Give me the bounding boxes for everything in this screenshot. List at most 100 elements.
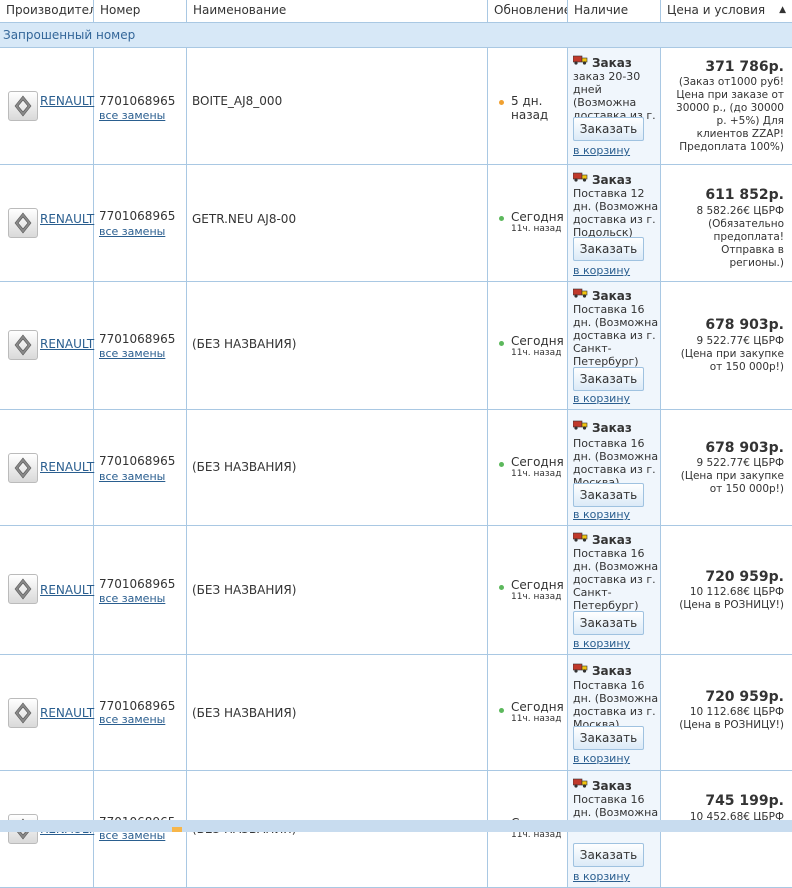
- brand-link[interactable]: RENAULT: [40, 337, 94, 351]
- requested-number-bar: Запрошенный номер: [0, 23, 792, 48]
- col-header-number[interactable]: Номер: [94, 0, 187, 22]
- brand-link[interactable]: RENAULT: [40, 212, 94, 226]
- renault-logo-icon: [8, 574, 38, 604]
- brand-link[interactable]: RENAULT: [40, 460, 94, 474]
- table-header: Производитель Номер Наименование Обновле…: [0, 0, 792, 23]
- status-dot-icon: [499, 462, 504, 467]
- order-button[interactable]: Заказать: [573, 117, 644, 141]
- status-dot-icon: [499, 100, 504, 105]
- update-cell: Сегодня 11ч. назад: [488, 165, 568, 281]
- part-name: (БЕЗ НАЗВАНИЯ): [192, 706, 297, 720]
- replacements-link[interactable]: все замены: [99, 347, 165, 360]
- price-cell: 720 959р. 10 112.68€ ЦБРФ (Цена в РОЗНИЦ…: [661, 526, 792, 654]
- status-dot-icon: [499, 341, 504, 346]
- replacements-link[interactable]: все замены: [99, 713, 165, 726]
- col-header-name[interactable]: Наименование: [187, 0, 488, 22]
- replacements-link[interactable]: все замены: [99, 592, 165, 605]
- price-value: 371 786р.: [705, 59, 784, 75]
- update-sub-text: 11ч. назад: [511, 348, 562, 358]
- price-cell: 678 903р. 9 522.77€ ЦБРФ (Цена при закуп…: [661, 410, 792, 525]
- update-info: Сегодня 11ч. назад: [511, 578, 564, 602]
- update-main-text: Сегодня: [511, 700, 564, 714]
- status-dot-icon: [499, 216, 504, 221]
- update-main-text: Сегодня: [511, 578, 564, 592]
- add-to-cart-link[interactable]: в корзину: [573, 392, 630, 405]
- col-header-price[interactable]: Цена и условия ▲: [661, 0, 792, 22]
- update-info: Сегодня 11ч. назад: [511, 455, 564, 479]
- add-to-cart-link[interactable]: в корзину: [573, 752, 630, 765]
- add-to-cart-link[interactable]: в корзину: [573, 870, 630, 883]
- price-conditions: 10 112.68€ ЦБРФ (Цена в РОЗНИЦУ!): [679, 586, 784, 611]
- renault-logo-icon: [8, 330, 38, 360]
- truck-icon: [573, 420, 588, 430]
- order-button[interactable]: Заказать: [573, 843, 644, 867]
- add-to-cart-link[interactable]: в корзину: [573, 508, 630, 521]
- replacements-link[interactable]: все замены: [99, 225, 165, 238]
- price-cell: 720 959р. 10 112.68€ ЦБРФ (Цена в РОЗНИЦ…: [661, 655, 792, 770]
- part-number: 7701068965: [99, 454, 176, 468]
- price-cell: 371 786р. (Заказ от1000 руб! Цена при за…: [661, 48, 792, 164]
- part-number: 7701068965: [99, 577, 176, 591]
- part-number: 7701068965: [99, 209, 176, 223]
- renault-logo-icon: [8, 698, 38, 728]
- add-to-cart-link[interactable]: в корзину: [573, 637, 630, 650]
- price-value: 678 903р.: [705, 317, 784, 333]
- add-to-cart-link[interactable]: в корзину: [573, 144, 630, 157]
- table-row: RENAULT 7701068965 все замены (БЕЗ НАЗВА…: [0, 526, 792, 655]
- order-button[interactable]: Заказать: [573, 726, 644, 750]
- brand-link[interactable]: RENAULT: [40, 94, 94, 108]
- order-button[interactable]: Заказать: [573, 483, 644, 507]
- add-to-cart-link[interactable]: в корзину: [573, 264, 630, 277]
- brand-link[interactable]: RENAULT: [40, 583, 94, 597]
- price-conditions: 8 582.26€ ЦБРФ (Обязательно предоплата! …: [696, 205, 784, 269]
- order-button[interactable]: Заказать: [573, 611, 644, 635]
- availability-text: Поставка 16 дн. (Возможна доставка из г.…: [573, 303, 659, 368]
- manufacturer-cell: RENAULT: [0, 655, 94, 770]
- price-cell: 678 903р. 9 522.77€ ЦБРФ (Цена при закуп…: [661, 282, 792, 409]
- part-name: GETR.NEU AJ8-00: [192, 212, 297, 226]
- name-cell: GETR.NEU AJ8-00: [187, 165, 488, 281]
- order-button[interactable]: Заказать: [573, 367, 644, 391]
- table-row: RENAULT 7701068965 все замены BOITE_AJ8_…: [0, 48, 792, 165]
- col-header-manufacturer[interactable]: Производитель: [0, 0, 94, 22]
- update-main-text: Сегодня: [511, 210, 564, 224]
- availability-cell: Заказ Поставка 16 дн. (Возможна доставка…: [568, 655, 661, 770]
- update-main-text: Сегодня: [511, 334, 564, 348]
- brand-link[interactable]: RENAULT: [40, 706, 94, 720]
- update-main-text: Сегодня: [511, 455, 564, 469]
- order-button[interactable]: Заказать: [573, 237, 644, 261]
- order-title: Заказ: [592, 56, 632, 70]
- update-info: Сегодня 11ч. назад: [511, 210, 564, 234]
- manufacturer-cell: RENAULT: [0, 48, 94, 164]
- replacements-link[interactable]: все замены: [99, 109, 165, 122]
- table-row: RENAULT 7701068965 все замены (БЕЗ НАЗВА…: [0, 410, 792, 526]
- price-conditions: (Заказ от1000 руб! Цена при заказе от 30…: [676, 76, 784, 153]
- status-dot-icon: [499, 585, 504, 590]
- truck-icon: [573, 778, 588, 788]
- sort-up-icon[interactable]: ▲: [779, 0, 786, 20]
- update-info: Сегодня 11ч. назад: [511, 334, 564, 358]
- price-value: 745 199р.: [705, 793, 784, 809]
- name-cell: (БЕЗ НАЗВАНИЯ): [187, 655, 488, 770]
- part-name: (БЕЗ НАЗВАНИЯ): [192, 337, 297, 351]
- number-cell: 7701068965 все замены: [94, 48, 187, 164]
- bottom-scroll-bar[interactable]: [0, 820, 792, 832]
- part-name: (БЕЗ НАЗВАНИЯ): [192, 460, 297, 474]
- table-row: RENAULT 7701068965 все замены (БЕЗ НАЗВА…: [0, 282, 792, 410]
- update-sub-text: 11ч. назад: [511, 469, 562, 479]
- update-cell: Сегодня 11ч. назад: [488, 526, 568, 654]
- part-name: BOITE_AJ8_000: [192, 94, 283, 108]
- price-value: 720 959р.: [705, 689, 784, 705]
- number-cell: 7701068965 все замены: [94, 526, 187, 654]
- col-header-update[interactable]: Обновление: [488, 0, 568, 22]
- truck-icon: [573, 663, 588, 673]
- update-main-text: 5 дн. назад: [511, 94, 549, 122]
- replacements-link[interactable]: все замены: [99, 470, 165, 483]
- name-cell: (БЕЗ НАЗВАНИЯ): [187, 410, 488, 525]
- col-header-availability[interactable]: Наличие: [568, 0, 661, 22]
- truck-icon: [573, 55, 588, 65]
- order-title: Заказ: [592, 289, 632, 303]
- number-cell: 7701068965 все замены: [94, 282, 187, 409]
- update-info: Сегодня 11ч. назад: [511, 700, 564, 724]
- update-cell: Сегодня 11ч. назад: [488, 282, 568, 409]
